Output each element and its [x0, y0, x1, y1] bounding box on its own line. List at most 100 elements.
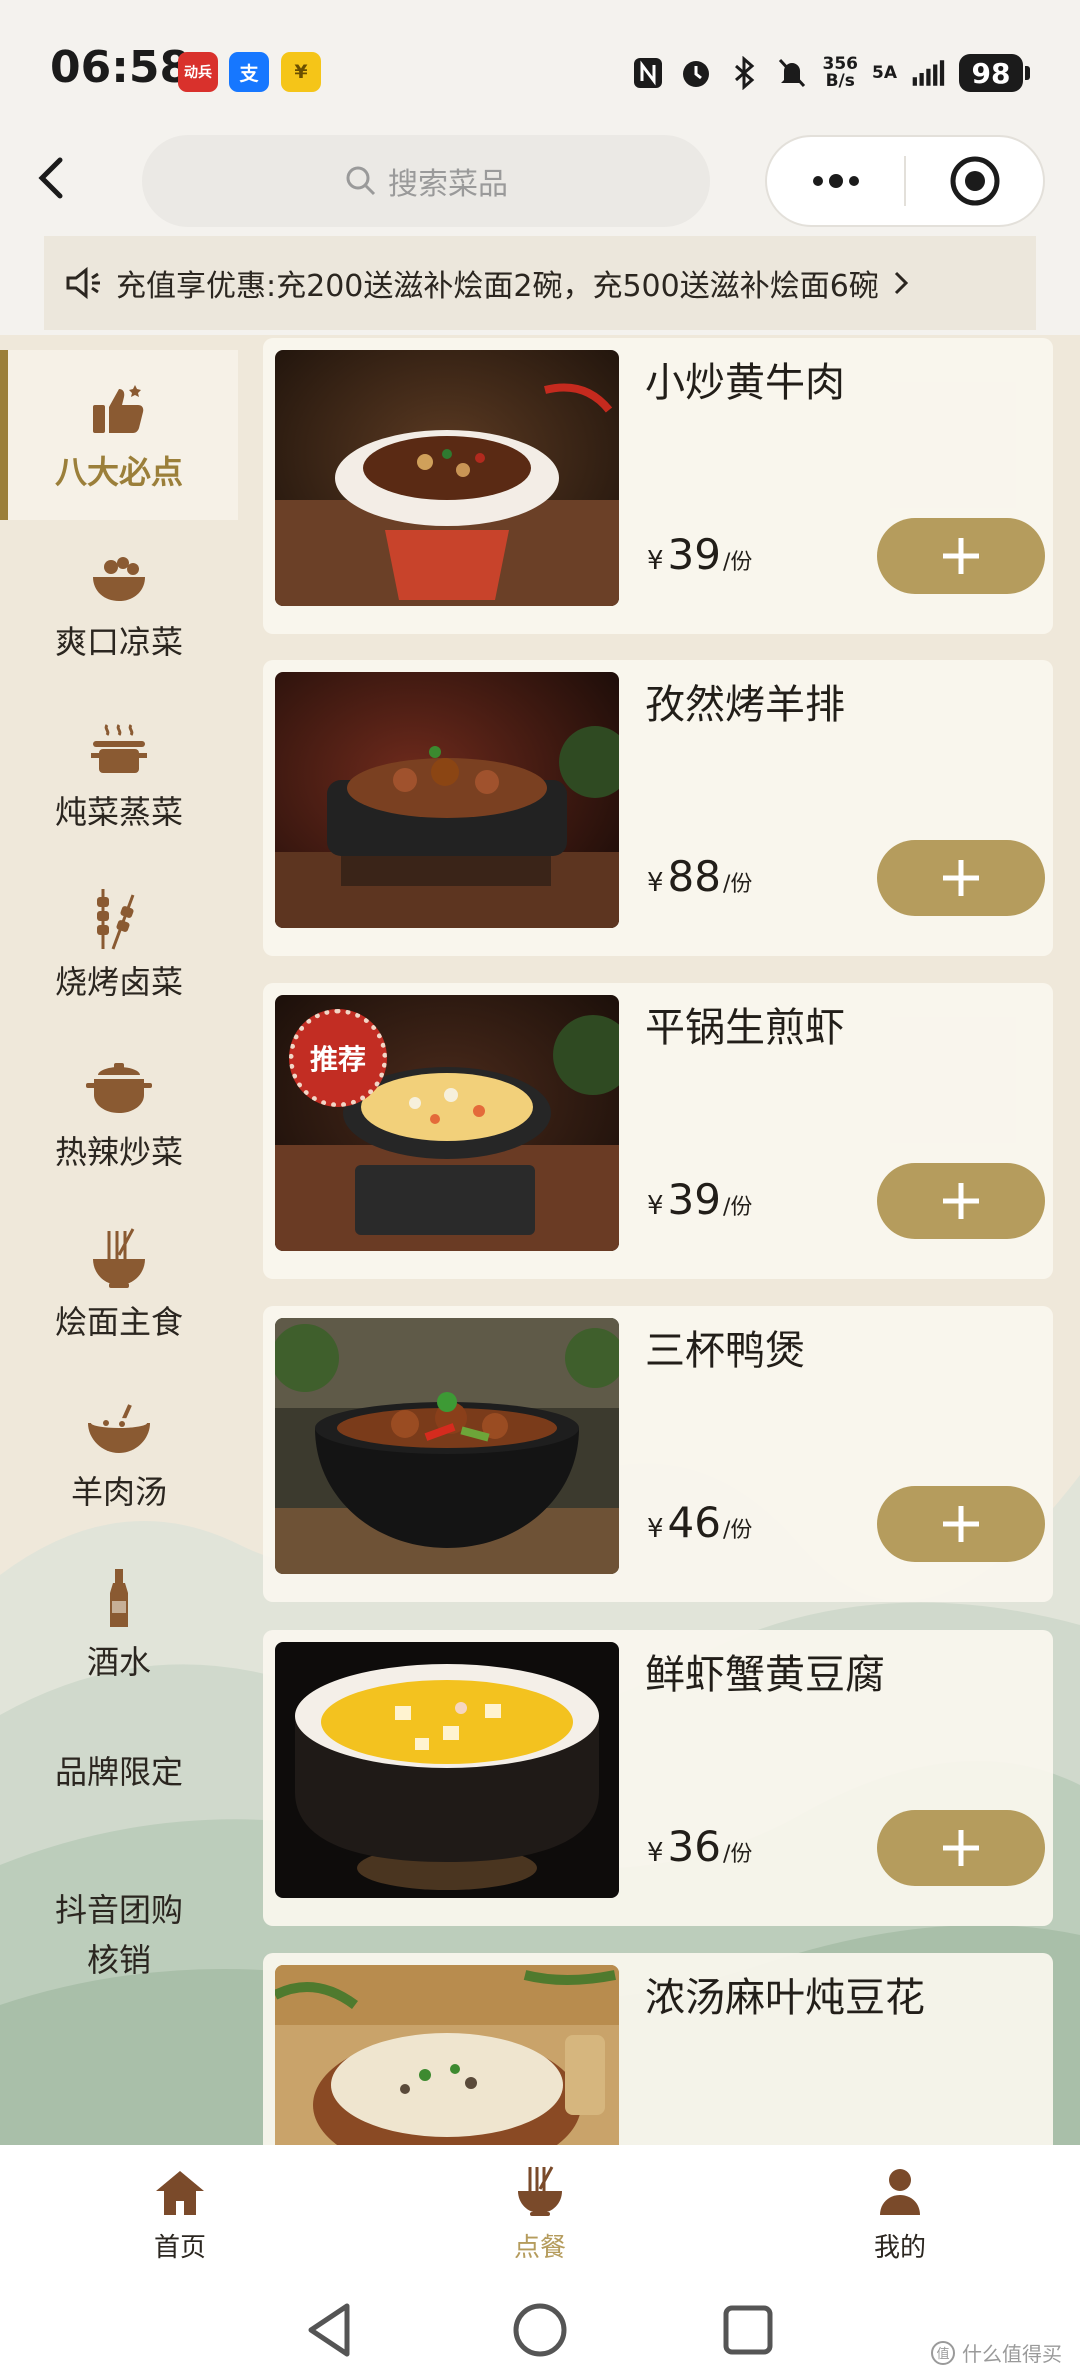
recommend-badge: 推荐 — [289, 1009, 387, 1107]
nav-recents-button[interactable] — [718, 2300, 778, 2360]
battery-level: 98 — [959, 54, 1023, 92]
bottom-tab-bar: 首页 点餐 我的 — [0, 2145, 1080, 2280]
dish-card[interactable]: 小炒黄牛肉 ¥39/份 — [263, 338, 1053, 634]
more-dots-icon — [812, 174, 859, 188]
category-item-cold-dishes[interactable]: 爽口凉菜 — [0, 520, 238, 690]
dish-card[interactable]: 孜然烤羊排 ¥88/份 — [263, 660, 1053, 956]
tab-label: 我的 — [873, 2233, 926, 2263]
status-time: 06:58 — [50, 42, 191, 93]
category-label: 酒水 — [86, 1643, 151, 1681]
dish-price: ¥39/份 — [647, 1175, 753, 1224]
bottle-icon — [84, 1567, 154, 1631]
category-item-brand-limited[interactable]: 品牌限定 — [0, 1710, 238, 1830]
category-label: 品牌限定 — [54, 1753, 183, 1791]
dish-photo[interactable] — [275, 1965, 619, 2145]
category-label: 爽口凉菜 — [54, 623, 183, 661]
capsule-menu — [765, 135, 1045, 227]
category-label: 热辣炒菜 — [54, 1133, 183, 1171]
add-to-cart-button[interactable] — [877, 1163, 1045, 1239]
net-speed: 356 B/s — [822, 54, 859, 91]
search-icon — [346, 166, 376, 196]
dish-photo[interactable] — [275, 1642, 619, 1898]
noodle-bowl-icon — [84, 1227, 154, 1291]
category-item-mutton-soup[interactable]: 羊肉汤 — [0, 1370, 238, 1540]
tab-order[interactable]: 点餐 — [460, 2157, 620, 2272]
dish-name: 浓汤麻叶炖豆花 — [645, 1975, 925, 2021]
category-item-must-order[interactable]: 八大必点 — [0, 350, 238, 520]
category-label: 炖菜蒸菜 — [54, 793, 183, 831]
add-to-cart-button[interactable] — [877, 1810, 1045, 1886]
category-item-drinks[interactable]: 酒水 — [0, 1540, 238, 1710]
dish-card[interactable]: 浓汤麻叶炖豆花 — [263, 1953, 1053, 2145]
dish-price: ¥46/份 — [647, 1498, 753, 1547]
dish-price: ¥39/份 — [647, 530, 753, 579]
category-label: 烩面主食 — [54, 1303, 183, 1341]
category-item-bbq[interactable]: 烧烤卤菜 — [0, 860, 238, 1030]
dish-photo[interactable] — [275, 672, 619, 928]
active-indicator — [0, 350, 8, 520]
search-placeholder: 搜索菜品 — [388, 167, 508, 202]
plus-icon — [943, 1506, 979, 1542]
dish-card[interactable]: 鲜虾蟹黄豆腐 ¥36/份 — [263, 1630, 1053, 1926]
dish-photo[interactable]: 推荐 — [275, 995, 619, 1251]
speaker-icon — [66, 266, 100, 300]
promo-notice[interactable]: 充值享优惠:充200送滋补烩面2碗，充500送滋补烩面6碗 — [44, 236, 1036, 330]
tab-home[interactable]: 首页 — [100, 2157, 260, 2272]
category-sidebar: 八大必点 爽口凉菜 炖菜蒸菜 烧烤卤菜 热辣炒菜 烩面主食 羊肉汤 酒水 品牌限… — [0, 350, 238, 2145]
alarm-icon — [679, 56, 713, 90]
plus-icon — [943, 538, 979, 574]
dish-photo[interactable] — [275, 350, 619, 606]
dish-name: 孜然烤羊排 — [645, 682, 845, 728]
nav-home-button[interactable] — [510, 2300, 570, 2360]
nfc-icon — [631, 56, 665, 90]
more-button[interactable] — [767, 137, 904, 225]
add-to-cart-button[interactable] — [877, 518, 1045, 594]
notice-area: 充值享优惠:充200送滋补烩面2碗，充500送滋补烩面6碗 — [0, 230, 1080, 335]
cooking-pot-icon — [84, 1057, 154, 1121]
category-label: 抖音团购 核销 — [54, 1891, 183, 1979]
mute-icon — [775, 56, 809, 90]
tab-profile[interactable]: 我的 — [820, 2157, 980, 2272]
add-to-cart-button[interactable] — [877, 840, 1045, 916]
promo-text: 充值享优惠:充200送滋补烩面2碗，充500送滋补烩面6碗 — [116, 269, 879, 304]
battery-tip — [1025, 66, 1030, 80]
watermark-text: 什么值得买 — [962, 2342, 1062, 2366]
category-item-stew-steamed[interactable]: 炖菜蒸菜 — [0, 690, 238, 860]
dish-card[interactable]: 推荐 平锅生煎虾 ¥39/份 — [263, 983, 1053, 1279]
bluetooth-icon — [727, 56, 761, 90]
payment-badge: ¥ — [281, 52, 321, 92]
dish-card[interactable]: 三杯鸭煲 ¥46/份 — [263, 1306, 1053, 1602]
dish-name: 小炒黄牛肉 — [645, 360, 845, 406]
dish-photo[interactable] — [275, 1318, 619, 1574]
plus-icon — [943, 1183, 979, 1219]
soup-bowl-icon — [84, 1397, 154, 1461]
dish-price: ¥36/份 — [647, 1822, 753, 1871]
category-item-spicy-stir-fry[interactable]: 热辣炒菜 — [0, 1030, 238, 1200]
back-button[interactable] — [30, 140, 90, 220]
category-item-noodles-staples[interactable]: 烩面主食 — [0, 1200, 238, 1370]
triangle-back-icon — [308, 2303, 350, 2357]
add-to-cart-button[interactable] — [877, 1486, 1045, 1562]
dish-name: 三杯鸭煲 — [645, 1328, 805, 1374]
app-notification-badge: 动兵 — [178, 52, 218, 92]
thumbs-up-icon — [84, 377, 154, 441]
chevron-left-icon — [38, 157, 63, 199]
close-miniprogram-button[interactable] — [906, 137, 1043, 225]
dish-name: 平锅生煎虾 — [645, 1005, 845, 1051]
circle-home-icon — [513, 2303, 567, 2357]
category-label: 羊肉汤 — [70, 1473, 167, 1511]
status-bar: 06:58 动兵 支 ¥ 356 B/s 5A 98 — [0, 0, 1080, 130]
status-icons: 356 B/s 5A 98 — [631, 50, 1030, 96]
plus-icon — [943, 860, 979, 896]
salad-bowl-icon — [84, 547, 154, 611]
dish-name: 鲜虾蟹黄豆腐 — [645, 1652, 885, 1698]
dish-price: ¥88/份 — [647, 852, 753, 901]
watermark: 值 什么值得买 — [930, 2338, 1062, 2367]
search-input[interactable]: 搜索菜品 — [142, 135, 710, 227]
tab-label: 点餐 — [513, 2233, 566, 2263]
alipay-badge: 支 — [229, 52, 269, 92]
category-item-douyin-redeem[interactable]: 抖音团购 核销 — [0, 1850, 238, 2020]
user-icon — [872, 2165, 928, 2219]
signal-icon — [911, 56, 945, 90]
nav-back-button[interactable] — [300, 2300, 360, 2360]
